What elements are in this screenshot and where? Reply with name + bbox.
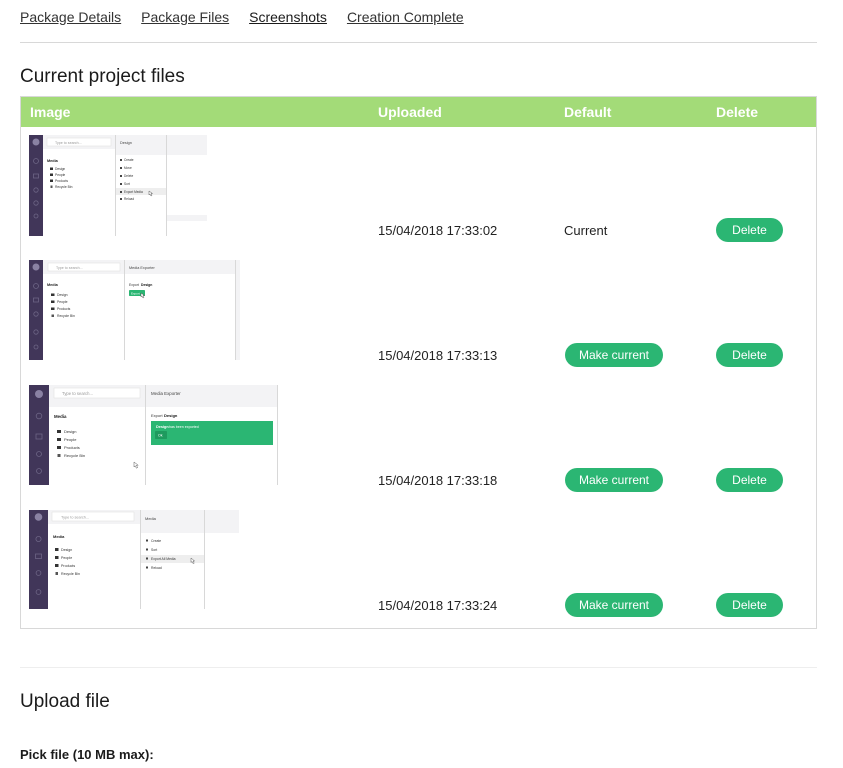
thumb-menu-item: Sort: [124, 182, 130, 186]
thumb-menu-item: Sort: [151, 548, 157, 552]
thumb-tree-item: Design: [64, 429, 76, 434]
thumb-menu-item: Delete: [124, 174, 133, 178]
thumb-panel-title: Design: [120, 141, 132, 145]
uploaded-timestamp: 15/04/2018 17:33:13: [378, 348, 498, 363]
thumb-panel-title: Media Exporter: [151, 391, 181, 396]
tab-creation-complete[interactable]: Creation Complete: [347, 8, 464, 26]
thumb-tree-item: Products: [55, 179, 68, 183]
thumb-panel-title: Media Exporter: [129, 266, 155, 270]
thumb-search-placeholder: Type to search...: [61, 516, 89, 520]
delete-button[interactable]: Delete: [716, 343, 783, 367]
thumb-export-msg: has been exported: [169, 425, 199, 429]
thumb-export-target: Design: [164, 413, 178, 418]
tab-package-details[interactable]: Package Details: [20, 8, 121, 26]
project-files-table: Image Uploaded Default Delete Type to se…: [20, 96, 817, 629]
thumb-tree-item: Recycle Bin: [61, 572, 80, 576]
thumb-tree-item: Products: [61, 564, 75, 568]
thumb-tree-item: People: [55, 173, 65, 177]
thumb-export-button: Export: [131, 292, 140, 296]
thumb-tree-item: Products: [57, 307, 71, 311]
make-current-button[interactable]: Make current: [565, 468, 663, 492]
thumb-tree-item: People: [61, 556, 72, 560]
column-header-uploaded: Uploaded: [378, 104, 442, 120]
thumb-search-placeholder: Type to search...: [55, 141, 82, 145]
section-title: Current project files: [20, 66, 185, 87]
thumb-tree-item: Products: [64, 445, 80, 450]
thumb-tree-item: Design: [55, 167, 65, 171]
thumb-menu-item: Move: [124, 166, 132, 170]
thumb-menu-item: Export Media: [124, 190, 143, 194]
thumb-tree-item: Design: [57, 293, 68, 297]
screenshot-thumbnail[interactable]: Type to search... Media Design People Pr…: [29, 135, 207, 236]
thumb-tree-title: Media: [53, 534, 65, 539]
upload-title: Upload file: [20, 691, 110, 712]
thumb-menu-item: Reload: [124, 197, 134, 201]
uploaded-timestamp: 15/04/2018 17:33:24: [378, 598, 498, 613]
thumb-tree-item: Recycle Bin: [57, 314, 75, 318]
tab-screenshots[interactable]: Screenshots: [249, 8, 327, 26]
thumb-tree-item: Recycle Bin: [55, 185, 73, 189]
thumb-menu-item: Reload: [151, 566, 162, 570]
tab-package-files[interactable]: Package Files: [141, 8, 229, 26]
screenshot-thumbnail[interactable]: Type to search... Media Design People Pr…: [29, 260, 240, 360]
delete-button[interactable]: Delete: [716, 593, 783, 617]
current-default-label: Current: [564, 223, 608, 238]
thumb-tree-title: Media: [47, 159, 59, 163]
thumb-tree-item: Design: [61, 548, 72, 552]
make-current-button[interactable]: Make current: [565, 593, 663, 617]
thumb-menu-item: Create: [124, 158, 134, 162]
thumb-export-target: Design: [141, 283, 152, 287]
thumb-ok-button: Ok: [158, 434, 163, 438]
column-header-image: Image: [30, 104, 71, 120]
thumb-export-label: Export: [129, 283, 139, 287]
screenshot-thumbnail[interactable]: Type to search... Media Design People Pr…: [29, 385, 279, 485]
wizard-tabs: Package Details Package Files Screenshot…: [20, 8, 484, 26]
thumb-tree-title: Media: [47, 283, 59, 287]
delete-button[interactable]: Delete: [716, 468, 783, 492]
thumb-tree-title: Media: [54, 414, 67, 419]
divider: [20, 667, 817, 668]
thumb-export-label: Export: [151, 413, 163, 418]
divider: [20, 42, 817, 43]
column-header-delete: Delete: [716, 104, 759, 120]
thumb-panel-title: Media: [145, 516, 157, 521]
delete-button[interactable]: Delete: [716, 218, 783, 242]
thumb-export-msg-bold: Design: [156, 425, 169, 429]
thumb-tree-item: People: [64, 437, 77, 442]
pick-file-label: Pick file (10 MB max):: [20, 747, 154, 762]
column-header-default: Default: [564, 104, 612, 120]
thumb-search-placeholder: Type to search...: [62, 391, 93, 396]
make-current-button[interactable]: Make current: [565, 343, 663, 367]
thumb-tree-item: Recycle Bin: [64, 453, 85, 458]
thumb-menu-item: Export All Media: [151, 557, 176, 561]
uploaded-timestamp: 15/04/2018 17:33:18: [378, 473, 498, 488]
thumb-menu-item: Create: [151, 539, 161, 543]
table-header: Image Uploaded Default Delete: [21, 97, 816, 127]
uploaded-timestamp: 15/04/2018 17:33:02: [378, 223, 498, 238]
thumb-tree-item: People: [57, 300, 68, 304]
thumb-search-placeholder: Type to search...: [56, 266, 83, 270]
screenshot-thumbnail[interactable]: Type to search... Media Design People Pr…: [29, 510, 239, 609]
